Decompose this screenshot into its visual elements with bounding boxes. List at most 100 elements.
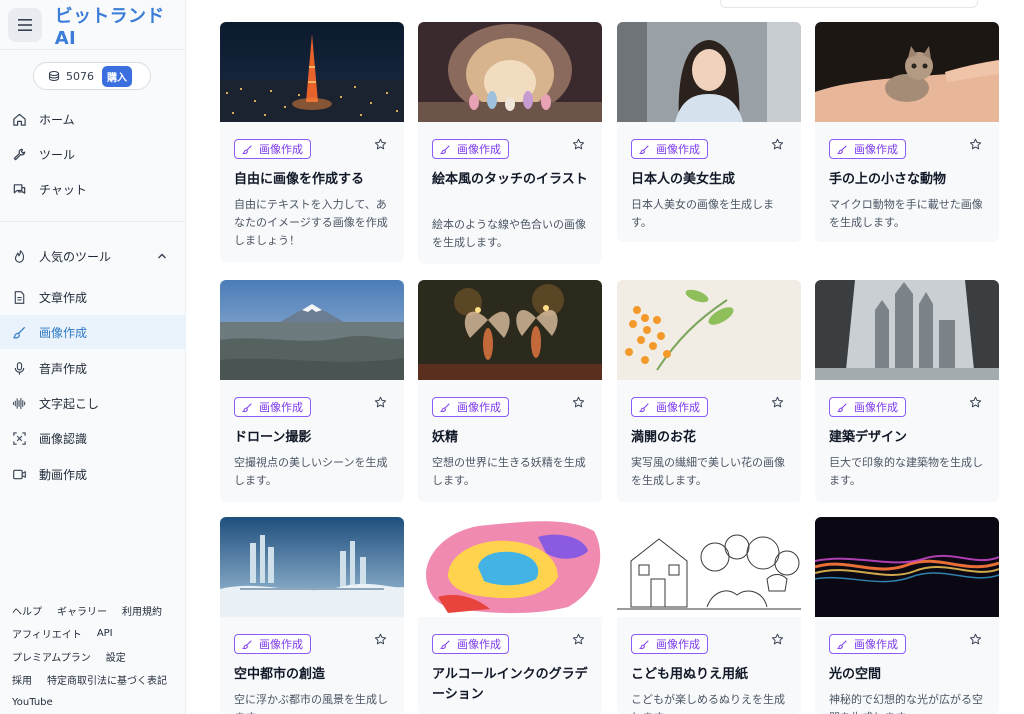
credit-count: 5076 <box>66 69 94 83</box>
category-tag: 画像作成 <box>234 139 311 159</box>
tool-card[interactable]: 画像作成 満開のお花 実写風の繊細で美しい花の画像を生成します。 <box>617 280 801 502</box>
brush-icon <box>242 144 253 155</box>
footer-link-premium[interactable]: プレミアムプラン <box>12 649 91 664</box>
footer-link-help[interactable]: ヘルプ <box>12 603 42 618</box>
nav-item-label: 音声作成 <box>39 361 88 376</box>
category-tag: 画像作成 <box>829 634 906 654</box>
card-description: 空に浮かぶ都市の風景を生成します。 <box>234 693 388 714</box>
brush-icon <box>242 639 253 650</box>
footer-link-careers[interactable]: 採用 <box>12 672 32 687</box>
card-description: 巨大で印象的な建築物を生成します。 <box>829 456 983 487</box>
nav-item-chat[interactable]: チャット <box>0 172 186 206</box>
scan-icon <box>11 430 27 446</box>
popular-tools-toggle[interactable]: 人気のツール <box>0 239 186 273</box>
tool-card[interactable]: 画像作成 空中都市の創造 空に浮かぶ都市の風景を生成します。 <box>220 517 404 714</box>
brush-icon <box>837 144 848 155</box>
brush-icon <box>639 402 650 413</box>
tag-label: 画像作成 <box>259 638 303 651</box>
buy-button[interactable]: 購入 <box>102 65 132 87</box>
tool-card[interactable]: 画像作成 自由に画像を作成する 自由にテキストを入力して、あなたのイメージする画… <box>220 22 404 262</box>
tool-card[interactable]: 画像作成 こども用ぬりえ用紙 こどもが楽しめるぬりえを生成します。 <box>617 517 801 714</box>
tool-card[interactable]: 画像作成 アルコールインクのグラデーション <box>418 517 602 714</box>
category-tag: 画像作成 <box>234 397 311 417</box>
nav-item-label: 文章作成 <box>39 290 88 305</box>
nav-item-transcription[interactable]: 文字起こし <box>0 386 186 420</box>
tag-label: 画像作成 <box>457 638 501 651</box>
chevron-up-icon <box>158 253 166 259</box>
star-icon[interactable] <box>771 396 784 409</box>
nav-item-label: 画像認識 <box>39 431 88 446</box>
brush-icon <box>837 639 848 650</box>
footer-link-gallery[interactable]: ギャラリー <box>57 603 107 618</box>
nav-item-image-creation[interactable]: 画像作成 <box>0 315 186 349</box>
tag-label: 画像作成 <box>457 401 501 414</box>
star-icon[interactable] <box>771 138 784 151</box>
tool-card[interactable]: 画像作成 建築デザイン 巨大で印象的な建築物を生成します。 <box>815 280 999 502</box>
footer-link-youtube[interactable]: YouTube <box>12 697 53 708</box>
card-title: 光の空間 <box>829 667 882 682</box>
category-tag: 画像作成 <box>432 139 509 159</box>
card-image-flowers <box>617 280 801 380</box>
search-input[interactable] <box>720 0 978 8</box>
tool-card[interactable]: 画像作成 絵本風のタッチのイラスト 絵本のような線や色合いの画像を生成します。 <box>418 22 602 264</box>
nav-item-text-writing[interactable]: 文章作成 <box>0 280 186 314</box>
card-title: 満開のお花 <box>631 430 697 445</box>
nav-item-voice-creation[interactable]: 音声作成 <box>0 351 186 385</box>
star-icon[interactable] <box>969 633 982 646</box>
tool-card[interactable]: 画像作成 光の空間 神秘的で幻想的な光が広がる空間を生成します。 <box>815 517 999 714</box>
category-tag: 画像作成 <box>234 634 311 654</box>
card-description: マイクロ動物を手に載せた画像を生成します。 <box>829 198 983 229</box>
tag-label: 画像作成 <box>656 401 700 414</box>
category-tag: 画像作成 <box>829 139 906 159</box>
nav-item-tools[interactable]: ツール <box>0 137 186 171</box>
nav-item-image-recognition[interactable]: 画像認識 <box>0 421 186 455</box>
brush-icon <box>440 639 451 650</box>
tag-label: 画像作成 <box>457 143 501 156</box>
card-title: 日本人の美女生成 <box>631 172 736 187</box>
tag-label: 画像作成 <box>854 638 898 651</box>
credits-pill: 5076 購入 <box>33 62 151 90</box>
card-image-light-space <box>815 517 999 617</box>
chat-icon <box>11 181 27 197</box>
card-image-coloring-page <box>617 517 801 617</box>
card-image-kitten <box>815 22 999 122</box>
brush-icon <box>837 402 848 413</box>
star-icon[interactable] <box>969 138 982 151</box>
footer-link-legal[interactable]: 特定商取引法に基づく表記 <box>47 672 167 687</box>
nav-item-label: 動画作成 <box>39 467 88 482</box>
nav-item-video-creation[interactable]: 動画作成 <box>0 457 186 491</box>
card-title: 妖精 <box>432 430 459 445</box>
card-description: 自由にテキストを入力して、あなたのイメージする画像を作成しましょう！ <box>234 198 388 247</box>
video-icon <box>11 466 27 482</box>
tool-card[interactable]: 画像作成 日本人の美女生成 日本人美女の画像を生成します。 <box>617 22 801 242</box>
footer-link-affiliate[interactable]: アフィリエイト <box>12 626 82 641</box>
tool-card[interactable]: 画像作成 手の上の小さな動物 マイクロ動物を手に載せた画像を生成します。 <box>815 22 999 242</box>
star-icon[interactable] <box>572 396 585 409</box>
star-icon[interactable] <box>771 633 784 646</box>
star-icon[interactable] <box>374 396 387 409</box>
popular-tools-header: 人気のツール <box>39 249 112 264</box>
card-title: 自由に画像を作成する <box>234 172 365 187</box>
brand-logo[interactable]: ビットランドAI <box>55 2 185 49</box>
footer-link-settings[interactable]: 設定 <box>106 649 126 664</box>
star-icon[interactable] <box>572 138 585 151</box>
brand-header: ビットランドAI <box>8 6 185 49</box>
card-description: こどもが楽しめるぬりえを生成します。 <box>631 693 785 714</box>
tool-card[interactable]: 画像作成 ドローン撮影 空撮視点の美しいシーンを生成します。 <box>220 280 404 502</box>
footer-link-api[interactable]: API <box>97 628 113 639</box>
card-description: 実写風の繊細で美しい花の画像を生成します。 <box>631 456 785 487</box>
star-icon[interactable] <box>969 396 982 409</box>
tool-card[interactable]: 画像作成 妖精 空想の世界に生きる妖精を生成します。 <box>418 280 602 502</box>
card-title: アルコールインクのグラデーション <box>432 667 588 702</box>
nav-item-home[interactable]: ホーム <box>0 102 186 136</box>
footer-link-terms[interactable]: 利用規約 <box>122 603 162 618</box>
menu-toggle-button[interactable] <box>8 8 42 42</box>
star-icon[interactable] <box>572 633 585 646</box>
card-description: 空撮視点の美しいシーンを生成します。 <box>234 456 388 487</box>
card-description: 絵本のような線や色合いの画像を生成します。 <box>432 218 586 249</box>
brush-icon <box>440 402 451 413</box>
star-icon[interactable] <box>374 138 387 151</box>
star-icon[interactable] <box>374 633 387 646</box>
brush-icon <box>639 144 650 155</box>
card-image-tokyo-tower <box>220 22 404 122</box>
